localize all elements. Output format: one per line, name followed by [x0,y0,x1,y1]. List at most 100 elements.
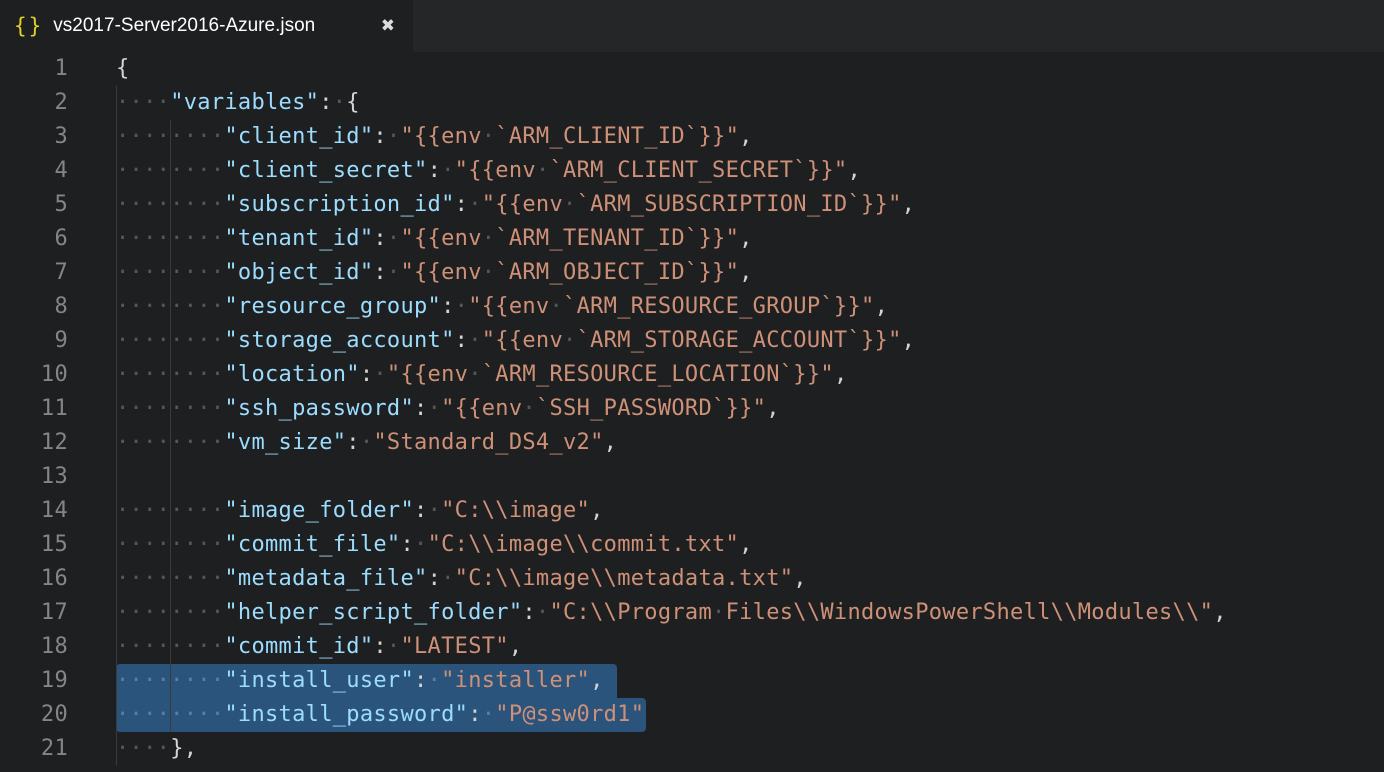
token-key: "install_password" [224,702,468,727]
line-content[interactable]: ········"resource_group":·"{{env·`ARM_RE… [68,290,1384,324]
indent-guide [116,732,117,766]
code-line-11[interactable]: 11········"ssh_password":·"{{env·`SSH_PA… [0,392,1384,426]
indent-guide [170,154,171,188]
line-content[interactable]: ········"location":·"{{env·`ARM_RESOURCE… [68,358,1384,392]
code-line-13[interactable]: 13 [0,460,1384,494]
indent-guide [170,664,171,698]
line-text: ········"commit_file":·"C:\\image\\commi… [116,528,753,562]
whitespace-dots: · [387,226,401,251]
code-line-7[interactable]: 7········"object_id":·"{{env·`ARM_OBJECT… [0,256,1384,290]
line-number[interactable]: 12 [0,426,68,460]
code-line-19[interactable]: 19········"install_user":·"installer", [0,664,1384,698]
indent-guide [116,120,117,154]
code-line-6[interactable]: 6········"tenant_id":·"{{env·`ARM_TENANT… [0,222,1384,256]
token-str: "Standard_DS4_v2" [373,430,603,455]
line-text: ····}, [116,732,197,766]
code-line-21[interactable]: 21 ····}, [0,732,1384,766]
line-content[interactable]: ········"subscription_id":·"{{env·`ARM_S… [68,188,1384,222]
line-number[interactable]: 16 [0,562,68,596]
line-content[interactable]: ········"install_user":·"installer", [68,664,1384,698]
line-number[interactable]: 21 [0,732,68,766]
token-pun: : [373,260,387,285]
line-number[interactable]: 19 [0,664,68,698]
whitespace-dots: · [455,294,469,319]
line-number[interactable]: 9 [0,324,68,358]
line-content[interactable]: ········"helper_script_folder":·"C:\\Pro… [68,596,1384,630]
vscode-window: {} vs2017-Server2016-Azure.json ✖ 1{2···… [0,0,1384,772]
line-content[interactable]: ········"ssh_password":·"{{env·`SSH_PASS… [68,392,1384,426]
whitespace-dots: · [482,124,496,149]
code-line-10[interactable]: 10········"location":·"{{env·`ARM_RESOUR… [0,358,1384,392]
code-line-12[interactable]: 12 ········"vm_size":·"Standard_DS4_v2", [0,426,1384,460]
token-pun: , [834,362,848,387]
line-content[interactable]: ····}, [68,732,1384,766]
line-number[interactable]: 18 [0,630,68,664]
line-number[interactable]: 1 [0,52,68,86]
line-content[interactable]: ····"variables":·{ [68,86,1384,120]
line-number[interactable]: 8 [0,290,68,324]
token-key: "ssh_password" [224,396,414,421]
line-number[interactable]: 6 [0,222,68,256]
code-line-18[interactable]: 18········"commit_id":·"LATEST", [0,630,1384,664]
token-str: "{{env [482,192,563,217]
line-content[interactable]: { [68,52,1384,86]
line-number[interactable]: 14 [0,494,68,528]
line-text: ········"vm_size":·"Standard_DS4_v2", [116,426,617,460]
code-line-14[interactable]: 14········"image_folder":·"C:\\image", [0,494,1384,528]
indent-guide [116,256,117,290]
line-number[interactable]: 20 [0,698,68,732]
indent-guide [116,188,117,222]
token-str: "{{env [387,362,468,387]
token-str: "{{env [400,260,481,285]
line-number[interactable]: 17 [0,596,68,630]
line-content[interactable]: ········"object_id":·"{{env·`ARM_OBJECT_… [68,256,1384,290]
line-number[interactable]: 10 [0,358,68,392]
code-line-1[interactable]: 1{ [0,52,1384,86]
tab-vs2017-server2016-azure-json[interactable]: {} vs2017-Server2016-Azure.json ✖ [0,0,413,52]
code-line-17[interactable]: 17········"helper_script_folder":·"C:\\P… [0,596,1384,630]
line-number[interactable]: 11 [0,392,68,426]
line-content[interactable]: ········"client_id":·"{{env·`ARM_CLIENT_… [68,120,1384,154]
line-content[interactable]: ········"storage_account":·"{{env·`ARM_S… [68,324,1384,358]
line-content[interactable]: ········"install_password":·"P@ssw0rd1" [68,698,1384,732]
code-line-8[interactable]: 8········"resource_group":·"{{env·`ARM_R… [0,290,1384,324]
close-icon[interactable]: ✖ [379,16,397,37]
code-line-3[interactable]: 3········"client_id":·"{{env·`ARM_CLIENT… [0,120,1384,154]
line-number[interactable]: 4 [0,154,68,188]
indent-guide [170,392,171,426]
code-line-4[interactable]: 4········"client_secret":·"{{env·`ARM_CL… [0,154,1384,188]
token-pun: : [400,532,414,557]
line-number[interactable]: 5 [0,188,68,222]
line-content[interactable]: ········"vm_size":·"Standard_DS4_v2", [68,426,1384,460]
code-line-5[interactable]: 5········"subscription_id":·"{{env·`ARM_… [0,188,1384,222]
line-content[interactable]: ········"commit_id":·"LATEST", [68,630,1384,664]
line-number[interactable]: 2 [0,86,68,120]
token-pun: : [414,396,428,421]
token-pun: : [428,566,442,591]
token-key: "location" [224,362,359,387]
code-line-15[interactable]: 15 ········"commit_file":·"C:\\image\\com… [0,528,1384,562]
line-content[interactable]: ········"metadata_file":·"C:\\image\\met… [68,562,1384,596]
line-content[interactable]: ········"tenant_id":·"{{env·`ARM_TENANT_… [68,222,1384,256]
line-number[interactable]: 15 [0,528,68,562]
token-key: "metadata_file" [224,566,427,591]
token-str: "{{env [400,124,481,149]
line-number[interactable]: 13 [0,460,68,494]
code-line-9[interactable]: 9········"storage_account":·"{{env·`ARM_… [0,324,1384,358]
token-key: "commit_id" [224,634,373,659]
line-content[interactable] [68,460,1384,494]
indent-guide [170,188,171,222]
line-content[interactable]: ········"image_folder":·"C:\\image", [68,494,1384,528]
whitespace-dots: · [428,668,442,693]
line-number[interactable]: 7 [0,256,68,290]
indent-guide [116,698,117,732]
token-str: `ARM_STORAGE_ACCOUNT`}}" [577,328,902,353]
line-content[interactable]: ········"client_secret":·"{{env·`ARM_CLI… [68,154,1384,188]
line-content[interactable]: ········"commit_file":·"C:\\image\\commi… [68,528,1384,562]
indent-guide [116,664,117,698]
code-line-2[interactable]: 2····"variables":·{ [0,86,1384,120]
code-line-16[interactable]: 16········"metadata_file":·"C:\\image\\m… [0,562,1384,596]
editor[interactable]: 1{2····"variables":·{3········"client_id… [0,52,1384,772]
line-number[interactable]: 3 [0,120,68,154]
code-line-20[interactable]: 20········"install_password":·"P@ssw0rd1… [0,698,1384,732]
